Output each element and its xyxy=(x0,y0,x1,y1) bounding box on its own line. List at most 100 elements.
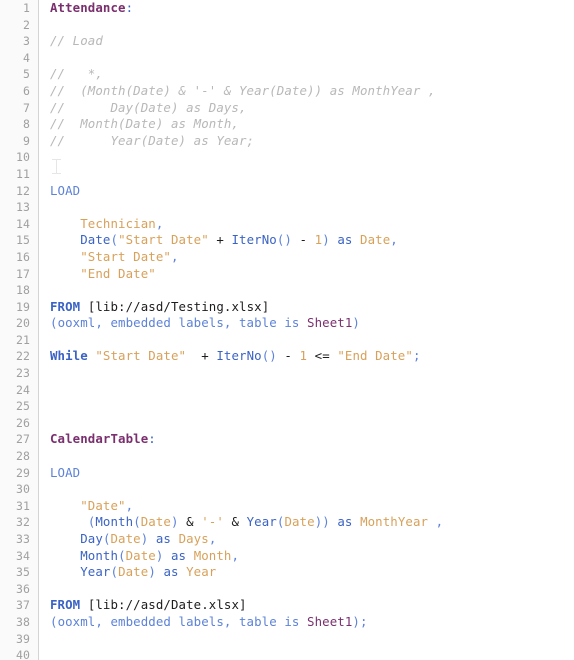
code-line[interactable]: 18 xyxy=(0,282,574,299)
code-line[interactable]: 23 xyxy=(0,365,574,382)
code-line-content[interactable]: Year(Date) as Year xyxy=(50,564,216,581)
code-line-content[interactable]: LOAD xyxy=(50,183,80,200)
code-line[interactable]: 11 xyxy=(0,166,574,183)
code-line[interactable]: 24 xyxy=(0,382,574,399)
code-token: Month xyxy=(95,514,134,530)
code-line[interactable]: 25 xyxy=(0,398,574,415)
code-line[interactable]: 38 (ooxml, embedded labels, table is Shee… xyxy=(0,614,574,631)
code-token: Date xyxy=(284,514,315,530)
code-line[interactable]: 4 xyxy=(0,50,574,67)
code-line[interactable]: 29 LOAD xyxy=(0,465,574,482)
code-line[interactable]: 32 (Month(Date) & '-' & Year(Date)) as M… xyxy=(0,514,574,531)
code-line[interactable]: 2 xyxy=(0,17,574,34)
code-line-content[interactable]: Date("Start Date" + IterNo() - 1) as Dat… xyxy=(50,232,398,249)
code-line[interactable]: 9 // Year(Date) as Year; xyxy=(0,133,574,150)
code-line[interactable]: 39 xyxy=(0,631,574,648)
code-line-content[interactable]: // *, xyxy=(50,66,103,83)
code-line-content[interactable]: FROM [lib://asd/Date.xlsx] xyxy=(50,597,247,614)
line-number: 27 xyxy=(15,432,30,447)
code-token: , xyxy=(170,248,179,264)
code-line[interactable]: 12 LOAD xyxy=(0,183,574,200)
code-line[interactable]: 28 xyxy=(0,448,574,465)
code-line-content[interactable]: LOAD xyxy=(50,465,80,482)
code-token: ( xyxy=(110,232,119,248)
code-line[interactable]: 8 // Month(Date) as Month, xyxy=(0,116,574,133)
code-line-content[interactable]: Attendance: xyxy=(50,0,133,17)
code-line-content[interactable]: (Month(Date) & '-' & Year(Date)) as Mont… xyxy=(50,514,443,531)
code-line[interactable]: 37 FROM [lib://asd/Date.xlsx] xyxy=(0,597,574,614)
line-number: 25 xyxy=(15,399,30,414)
code-line-content[interactable]: Month(Date) as Month, xyxy=(50,548,239,565)
code-text-area[interactable]: 1 Attendance: 2 3// Load 4 5// *, 6// (Month(D… xyxy=(0,0,574,660)
line-number: 10 xyxy=(15,150,30,165)
code-line-content[interactable]: // Day(Date) as Days, xyxy=(50,100,247,117)
code-token: ( xyxy=(50,613,58,629)
code-line-content[interactable]: "Date", xyxy=(50,498,133,515)
code-line[interactable]: 40 xyxy=(0,647,574,660)
code-line[interactable]: 21 xyxy=(0,332,574,349)
code-line-content[interactable]: Day(Date) as Days, xyxy=(50,531,216,548)
code-token: [lib://asd/Testing.xlsx] xyxy=(87,298,270,314)
code-line-content[interactable]: // (Month(Date) & '-' & Year(Date)) as M… xyxy=(50,83,436,100)
code-line[interactable]: 15 Date("Start Date" + IterNo() - 1) as … xyxy=(0,232,574,249)
code-line-content[interactable]: // Load xyxy=(50,33,103,50)
code-token: Year xyxy=(186,564,217,580)
code-line-content[interactable]: FROM [lib://asd/Testing.xlsx] xyxy=(50,299,269,316)
code-token: While xyxy=(50,348,88,364)
code-line[interactable]: 7 // Day(Date) as Days, xyxy=(0,100,574,117)
code-token: Sheet1 xyxy=(307,613,353,629)
line-number: 4 xyxy=(22,50,30,65)
code-line[interactable]: 10 xyxy=(0,149,574,166)
line-number: 31 xyxy=(15,498,30,513)
code-token: "End Date" xyxy=(337,348,413,364)
line-number: 37 xyxy=(15,598,30,613)
code-line[interactable]: 16 "Start Date", xyxy=(0,249,574,266)
line-number: 11 xyxy=(15,166,30,181)
code-line[interactable]: 33 Day(Date) as Days, xyxy=(0,531,574,548)
code-line-content[interactable]: (ooxml, embedded labels, table is Sheet1… xyxy=(50,315,360,332)
code-line[interactable]: 3 // Load xyxy=(0,33,574,50)
code-token: ; xyxy=(412,348,421,364)
code-line[interactable]: 5 // *, xyxy=(0,66,574,83)
code-token: FROM xyxy=(50,597,81,613)
code-line[interactable]: 36 xyxy=(0,581,574,598)
code-line-content[interactable]: CalendarTable: xyxy=(50,431,156,448)
code-token: // Year(Date) as Year; xyxy=(50,132,255,148)
code-line-content[interactable]: // Month(Date) as Month, xyxy=(50,116,239,133)
code-line[interactable]: 27 CalendarTable: xyxy=(0,431,574,448)
code-line[interactable]: 13 xyxy=(0,199,574,216)
code-line[interactable]: 19 FROM [lib://asd/Testing.xlsx] xyxy=(0,299,574,316)
code-line-content[interactable]: // Year(Date) as Year; xyxy=(50,133,254,150)
code-line[interactable]: 1 Attendance: xyxy=(0,0,574,17)
code-line-content[interactable]: While "Start Date" + IterNo() - 1 <= "En… xyxy=(50,348,421,365)
line-number: 3 xyxy=(22,34,30,49)
code-line-content[interactable]: Technician, xyxy=(50,216,163,233)
code-line-content[interactable]: (ooxml, embedded labels, table is Sheet1… xyxy=(50,614,368,631)
code-line[interactable]: 35 Year(Date) as Year xyxy=(0,564,574,581)
code-line[interactable]: 22 While "Start Date" + IterNo() - 1 <= "… xyxy=(0,348,574,365)
code-line[interactable]: 31 "Date", xyxy=(0,498,574,515)
code-token: // Month(Date) as Month, xyxy=(50,116,239,132)
code-line[interactable]: 26 xyxy=(0,415,574,432)
code-token: Date xyxy=(125,547,156,563)
code-line[interactable]: 6 // (Month(Date) & '-' & Year(Date)) as … xyxy=(0,83,574,100)
code-line[interactable]: 20 (ooxml, embedded labels, table is Shee… xyxy=(0,315,574,332)
code-line[interactable]: 34 Month(Date) as Month, xyxy=(0,548,574,565)
script-editor[interactable]: 1 Attendance: 2 3// Load 4 5// *, 6// (Month(D… xyxy=(0,0,574,660)
code-line-content[interactable]: "End Date" xyxy=(50,266,156,283)
code-line[interactable]: 17 "End Date" xyxy=(0,266,574,283)
code-token: Month xyxy=(80,547,119,563)
code-token: + xyxy=(201,348,209,364)
code-line[interactable]: 30 xyxy=(0,481,574,498)
code-line[interactable]: 14 Technician, xyxy=(0,216,574,233)
code-line-content[interactable]: "Start Date", xyxy=(50,249,179,266)
